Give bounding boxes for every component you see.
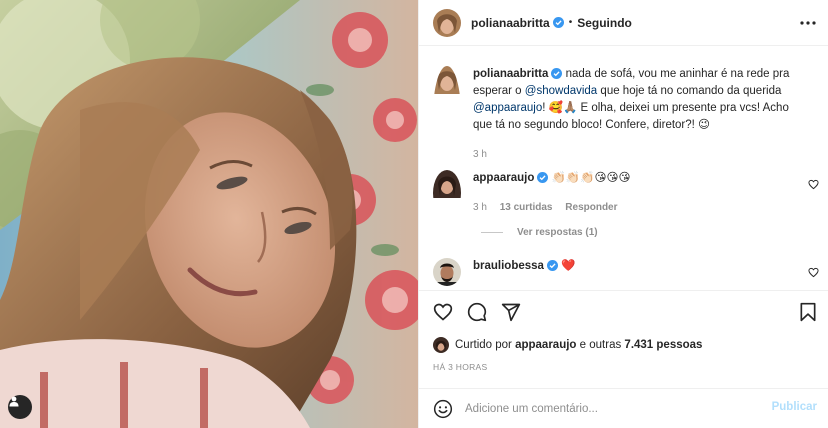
- separator-dot: •: [568, 17, 573, 28]
- avatar[interactable]: [433, 66, 461, 163]
- replies-divider: [481, 232, 503, 233]
- comment-item: brauliobessa ❤️: [433, 258, 803, 286]
- avatar[interactable]: [433, 8, 461, 37]
- comment-text: 👏🏻👏🏻👏🏻😘😘😘: [551, 172, 631, 184]
- verified-badge-icon: [537, 172, 549, 183]
- author-username[interactable]: polianaabritta: [471, 16, 550, 30]
- caption-body: polianaabritta nada de sofá, vou me anin…: [473, 66, 803, 163]
- instagram-post-view: polianaabritta • Seguindo polianaabritta…: [0, 0, 828, 428]
- comment-likes-count[interactable]: 13 curtidas: [500, 202, 553, 213]
- reply-button[interactable]: Responder: [565, 202, 617, 213]
- heart-icon[interactable]: [808, 267, 819, 278]
- comment-text: ❤️: [561, 260, 576, 272]
- comment-meta: 3 h 13 curtidas Responder: [473, 199, 803, 216]
- caption-text: polianaabritta nada de sofá, vou me anin…: [473, 66, 803, 134]
- post-header: polianaabritta • Seguindo: [419, 0, 828, 46]
- caption-author[interactable]: polianaabritta: [473, 68, 548, 80]
- following-button[interactable]: Seguindo: [577, 16, 632, 30]
- user-tag-icon[interactable]: [8, 395, 32, 419]
- comment-author[interactable]: appaaraujo: [473, 172, 534, 184]
- likes-text: Curtido por appaaraujo e outras 7.431 pe…: [455, 339, 702, 351]
- heart-icon[interactable]: [433, 302, 453, 322]
- view-replies-button[interactable]: Ver respostas (1): [481, 227, 598, 238]
- avatar[interactable]: [433, 337, 449, 353]
- emoji-icon[interactable]: [433, 399, 453, 419]
- verified-badge-icon: [552, 17, 564, 28]
- more-options-icon[interactable]: [799, 14, 817, 32]
- likes-summary: Curtido por appaaraujo e outras 7.431 pe…: [433, 337, 702, 353]
- likes-suffix: e outras: [579, 339, 622, 351]
- caption-meta: 3 h: [473, 146, 803, 163]
- comment-item: appaaraujo 👏🏻👏🏻👏🏻😘😘😘 3 h 13 curtidas Res…: [433, 170, 803, 216]
- publish-button[interactable]: Publicar: [772, 401, 817, 413]
- caption-time[interactable]: 3 h: [473, 149, 487, 160]
- bookmark-icon[interactable]: [799, 302, 817, 322]
- comment-author[interactable]: brauliobessa: [473, 260, 544, 272]
- comment-time[interactable]: 3 h: [473, 202, 487, 213]
- likes-unit: pessoas: [656, 339, 703, 351]
- avatar[interactable]: [433, 170, 461, 216]
- comment-body: brauliobessa ❤️: [473, 258, 803, 286]
- post-photo-illustration: [0, 0, 418, 428]
- likes-prefix: Curtido por: [455, 339, 512, 351]
- post-time[interactable]: HÁ 3 HORAS: [433, 362, 488, 372]
- comment-composer: Publicar: [419, 388, 828, 428]
- post-sidebar: polianaabritta • Seguindo polianaabritta…: [418, 0, 828, 428]
- caption: polianaabritta nada de sofá, vou me anin…: [433, 66, 803, 163]
- post-photo[interactable]: [0, 0, 418, 428]
- likes-count: 7.431: [624, 339, 654, 351]
- mention-link[interactable]: @showdavida: [525, 85, 597, 97]
- avatar[interactable]: [433, 258, 461, 286]
- comment-input[interactable]: [465, 402, 765, 415]
- mention-link[interactable]: @appaaraujo: [473, 102, 542, 114]
- verified-badge-icon: [546, 260, 558, 271]
- share-icon[interactable]: [501, 302, 521, 322]
- view-replies-label: Ver respostas (1): [517, 227, 598, 238]
- post-actions: Curtido por appaaraujo e outras 7.431 pe…: [419, 290, 828, 394]
- comments-list[interactable]: polianaabritta nada de sofá, vou me anin…: [419, 46, 828, 290]
- comment-icon[interactable]: [467, 302, 487, 322]
- caption-text-part: que hoje tá no comando da querida: [600, 85, 782, 97]
- likes-count-link[interactable]: 7.431 pessoas: [624, 339, 702, 351]
- heart-icon[interactable]: [808, 179, 819, 190]
- comment-body: appaaraujo 👏🏻👏🏻👏🏻😘😘😘 3 h 13 curtidas Res…: [473, 170, 803, 216]
- verified-badge-icon: [551, 68, 563, 79]
- likes-user-link[interactable]: appaaraujo: [515, 339, 576, 351]
